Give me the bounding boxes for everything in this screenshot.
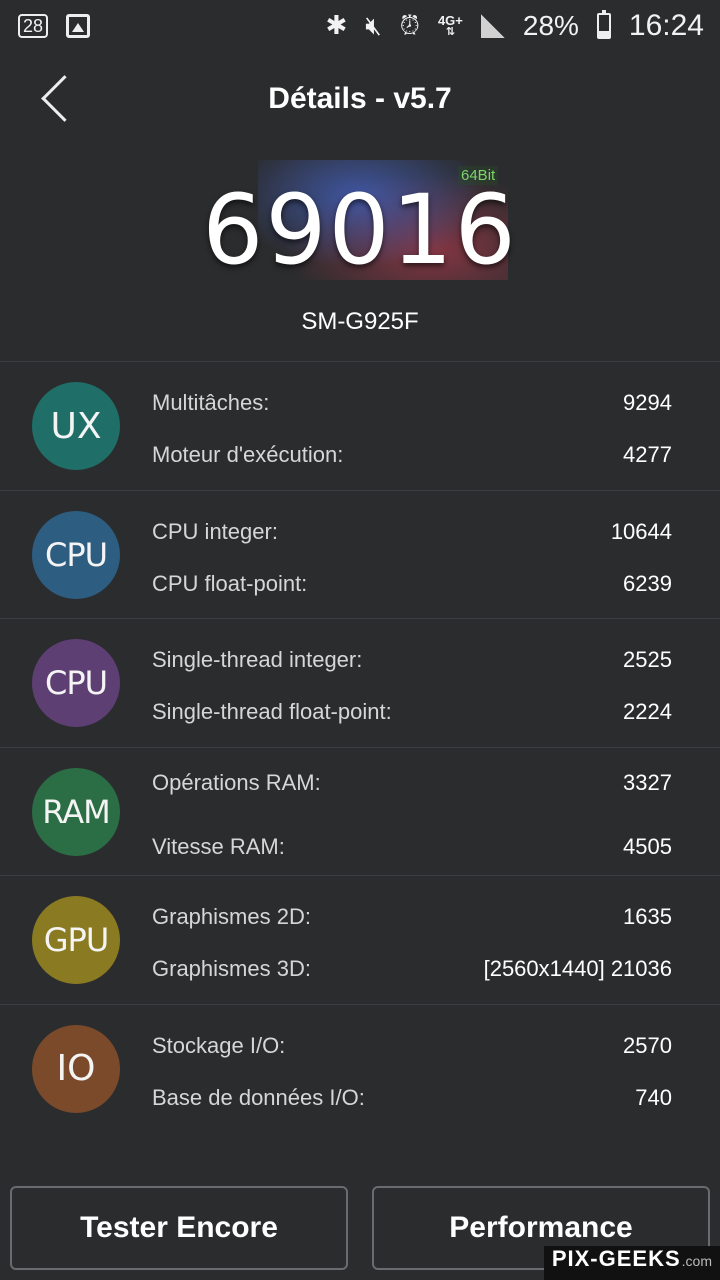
metric-value: 1635 [623,904,672,929]
metric-label: CPU integer: [152,518,278,544]
metric-row: CPU float-point: 6239 [152,571,672,597]
metric-label: Graphismes 3D: [152,956,311,981]
battery-percent: 28% [522,10,579,41]
metric-row: Base de données I/O: 740 [152,1085,672,1111]
score-panel: 69016 64Bit SM-G925F [0,160,720,360]
metric-value: 4505 [623,833,672,859]
metric-value: 9294 [623,390,672,415]
metric-label: Graphismes 2D: [152,904,311,929]
metric-label: Vitesse RAM: [152,833,285,859]
metric-value: 2224 [623,699,672,724]
metric-value: [2560x1440] 21036 [483,956,672,981]
retest-button[interactable]: Tester Encore [10,1186,348,1270]
metric-value: 6239 [623,570,672,596]
watermark-tld: .com [681,1253,712,1269]
metric-label: Moteur d'exécution: [152,442,344,467]
category-row-io: IO Stockage I/O: 2570 Base de données I/… [0,1003,720,1133]
device-model: SM-G925F [301,308,419,335]
metric-value: 2570 [623,1032,672,1058]
category-row-gpu: GPU Graphismes 2D: 1635 Graphismes 3D: [… [0,875,720,1004]
metric-row: Opérations RAM: 3327 [152,770,672,796]
data-arrows-icon: ⇅ [445,26,456,38]
metric-value: 740 [635,1084,672,1110]
metric-row: Stockage I/O: 2570 [152,1033,672,1059]
alarm-icon: ⏰︎ [399,11,420,41]
battery-fill [598,30,609,37]
cpu-single-badge-icon: CPU [32,639,120,727]
watermark-logo: PIX-GEEKS .com [543,1246,720,1280]
metric-row: Graphismes 3D: [2560x1440] 21036 [152,956,672,982]
category-row-cpu-multi: CPU CPU integer: 10644 CPU float-point: … [0,489,720,619]
metric-row: Graphismes 2D: 1635 [152,904,672,930]
total-score: 69016 [202,174,518,286]
metric-value: 3327 [623,769,672,795]
category-row-ram: RAM Opérations RAM: 3327 Vitesse RAM: 45… [0,746,720,876]
signal-icon [480,14,505,38]
metric-row: Single-thread float-point: 2224 [152,699,672,725]
status-bar-right: ✱ 🔇︎ ⏰︎ 4G+ ⇅ 28% 16:24 [325,9,704,43]
mute-icon: 🔇︎ [365,11,382,41]
watermark-main: PIX-GEEKS [551,1246,681,1271]
category-row-cpu-single: CPU Single-thread integer: 2525 Single-t… [0,618,720,747]
io-badge-icon: IO [32,1024,120,1113]
cpu-badge-icon: CPU [32,510,120,599]
metric-label: CPU float-point: [152,570,308,596]
clock: 16:24 [628,9,704,42]
metric-row: CPU integer: 10644 [152,519,672,545]
battery-icon [596,10,611,39]
score-details-list: UX Multitâches: 9294 Moteur d'exécution:… [0,361,720,1132]
metric-row: Multitâches: 9294 [152,390,672,416]
metric-row: Moteur d'exécution: 4277 [152,442,672,468]
gallery-icon [66,14,91,38]
category-row-ux: UX Multitâches: 9294 Moteur d'exécution:… [0,361,720,490]
metric-label: Single-thread integer: [152,647,363,672]
bit-tag: 64Bit [458,166,499,185]
notification-badge-icon: 28 [18,14,49,38]
metric-value: 4277 [623,442,672,467]
metric-row: Single-thread integer: 2525 [152,647,672,673]
metric-label: Multitâches: [152,390,270,415]
metric-label: Stockage I/O: [152,1032,286,1058]
metric-value: 10644 [610,518,672,544]
metric-label: Opérations RAM: [152,769,321,795]
page-title: Détails - v5.7 [268,82,452,115]
metric-row: Vitesse RAM: 4505 [152,834,672,860]
ram-badge-icon: RAM [32,767,120,856]
screen: 28 ✱ 🔇︎ ⏰︎ 4G+ ⇅ 28% 16:24 Détails - v5.… [0,0,720,1280]
metric-label: Base de données I/O: [152,1084,365,1110]
bluetooth-icon: ✱ [325,11,348,41]
gpu-badge-icon: GPU [32,896,120,984]
status-bar-left: 28 [18,14,91,38]
ux-badge-icon: UX [32,382,120,470]
header: Détails - v5.7 [0,60,720,140]
network-icon: 4G+ ⇅ [438,14,463,38]
status-bar: 28 ✱ 🔇︎ ⏰︎ 4G+ ⇅ 28% 16:24 [0,0,720,52]
metric-value: 2525 [623,647,672,672]
metric-label: Single-thread float-point: [152,699,392,724]
